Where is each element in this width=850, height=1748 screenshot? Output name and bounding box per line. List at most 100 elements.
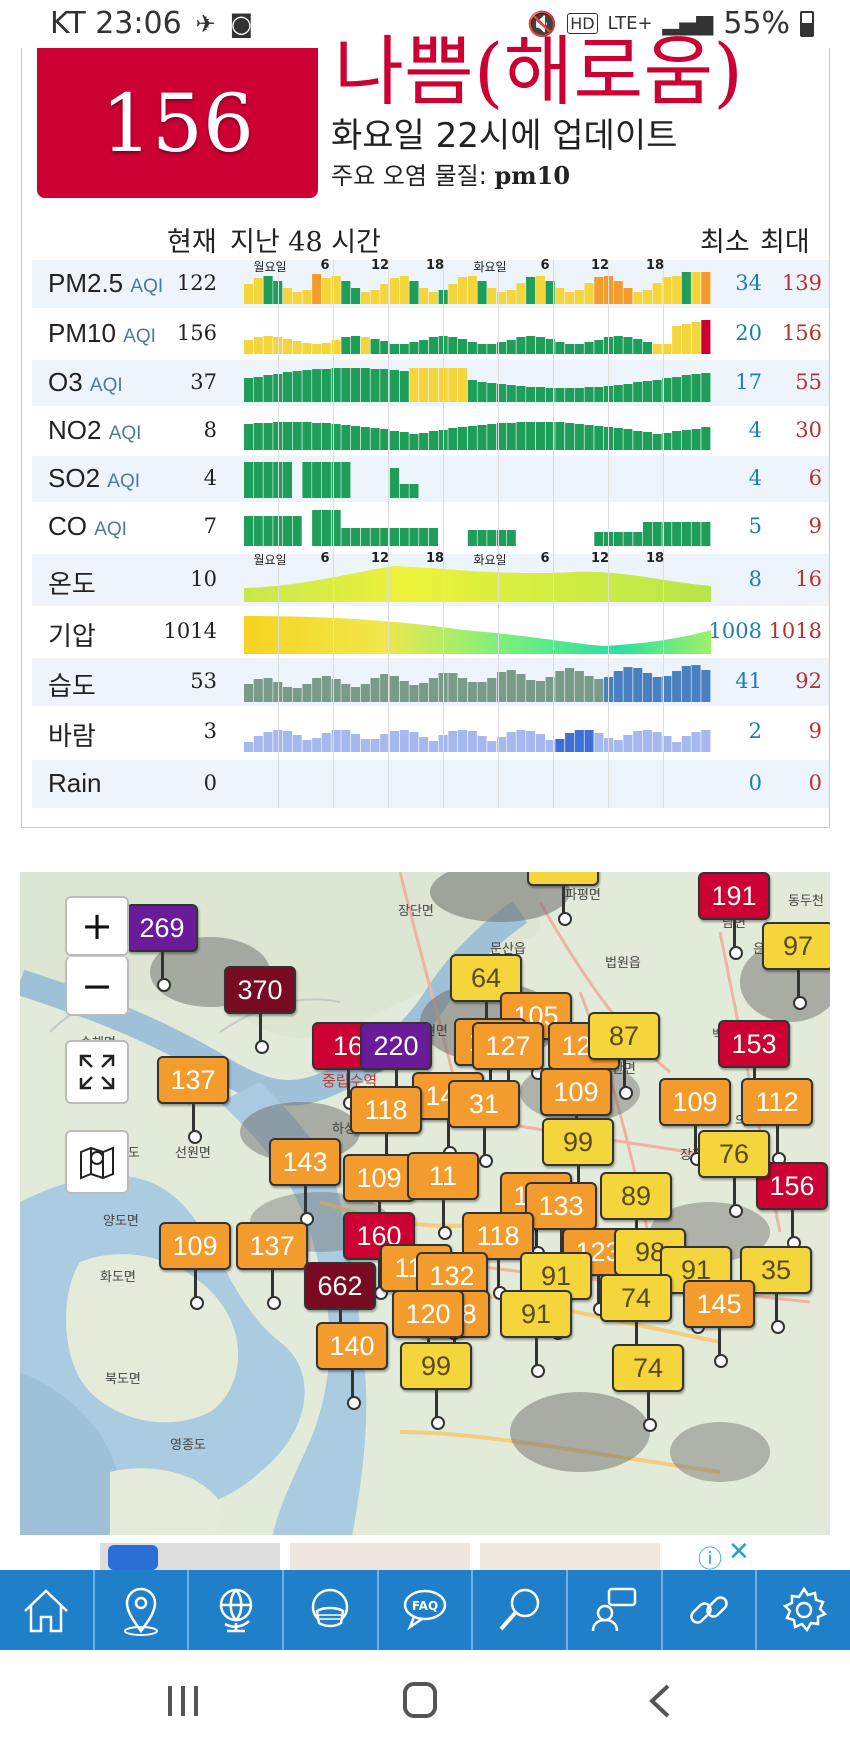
spark-bar bbox=[302, 343, 312, 354]
header-min: 최소 bbox=[700, 227, 750, 258]
aqi-map[interactable]: 장단면파평면남면동두천문산읍법원읍은현면파주시탄현면월롱면광탄면백한강하구중립수… bbox=[20, 872, 830, 1548]
nav-link[interactable] bbox=[663, 1570, 758, 1650]
aqi-marker[interactable]: 153 bbox=[718, 1020, 790, 1108]
aqi-marker[interactable]: 120 bbox=[392, 1290, 464, 1378]
aqi-marker[interactable]: 97 bbox=[762, 922, 830, 1010]
row-current: 1014 bbox=[163, 619, 217, 643]
sparkline-svg bbox=[244, 368, 711, 402]
spark-bar bbox=[642, 432, 652, 450]
aqi-marker[interactable]: 99 bbox=[400, 1342, 472, 1430]
spark-bar bbox=[652, 522, 662, 546]
aqi-marker[interactable]: 269 bbox=[126, 904, 198, 992]
row-max: 92 bbox=[795, 669, 822, 693]
aqi-marker[interactable]: 99 bbox=[542, 1118, 614, 1206]
aqi-marker[interactable]: 91 bbox=[500, 1290, 572, 1378]
back-icon[interactable] bbox=[649, 1684, 670, 1718]
aqi-marker[interactable]: 31 bbox=[448, 1080, 520, 1168]
aqi-marker[interactable]: 76 bbox=[698, 1130, 770, 1218]
aqi-marker[interactable]: 109 bbox=[540, 1068, 612, 1156]
nav-search[interactable] bbox=[473, 1570, 569, 1650]
fullscreen-button[interactable] bbox=[65, 1040, 129, 1104]
aqi-marker[interactable]: 140 bbox=[316, 1322, 388, 1410]
sparkline[interactable] bbox=[244, 314, 711, 354]
sparkline[interactable] bbox=[244, 412, 711, 450]
spark-bar bbox=[341, 462, 351, 498]
pollutant-row[interactable]: SO2 AQI 4 4 6 bbox=[32, 456, 829, 502]
aqi-marker[interactable]: 145 bbox=[683, 1280, 755, 1368]
aqi-marker[interactable]: 74 bbox=[612, 1344, 684, 1432]
nav-home[interactable] bbox=[0, 1570, 95, 1650]
aqi-marker[interactable]: 137 bbox=[157, 1056, 229, 1144]
ad-info-icon[interactable]: ⓘ bbox=[698, 1539, 722, 1574]
spark-bar bbox=[477, 382, 487, 402]
aqi-marker[interactable]: 191 bbox=[698, 872, 770, 960]
aqi-marker[interactable]: 133 bbox=[525, 1182, 597, 1270]
time-ticks-mid: 월요일 6 12 18 화요일 6 12 18 bbox=[22, 551, 822, 573]
aqi-marker[interactable]: 662 bbox=[304, 1262, 376, 1350]
sparkline[interactable] bbox=[244, 610, 711, 654]
map-place-label: 선원면 bbox=[175, 1146, 211, 1161]
home-icon bbox=[24, 1589, 69, 1633]
ad-image-2[interactable] bbox=[290, 1543, 470, 1570]
aqi-marker-value: 118 bbox=[364, 1094, 408, 1125]
aqi-marker[interactable]: 65 bbox=[527, 872, 599, 926]
sparkline[interactable] bbox=[244, 460, 711, 498]
aqi-marker[interactable]: 220 bbox=[360, 1022, 432, 1110]
nav-mask[interactable] bbox=[284, 1570, 379, 1650]
pollutant-row[interactable]: Rain 0 0 0 bbox=[32, 760, 829, 808]
sparkline[interactable] bbox=[244, 662, 711, 702]
sparkline[interactable] bbox=[244, 508, 711, 546]
pollutant-row[interactable]: NO2 AQI 8 4 30 bbox=[32, 408, 829, 454]
aqi-marker[interactable]: 109 bbox=[659, 1078, 731, 1166]
aqi-marker[interactable]: 109 bbox=[343, 1154, 415, 1242]
nav-location[interactable] bbox=[95, 1570, 190, 1650]
spark-bar bbox=[351, 528, 361, 546]
nav-settings[interactable] bbox=[757, 1570, 850, 1650]
pollutant-row[interactable]: 기압 1014 1008 1018 bbox=[32, 606, 829, 658]
spark-bar bbox=[409, 281, 419, 304]
nav-chat[interactable] bbox=[568, 1570, 663, 1650]
aqi-marker[interactable]: 87 bbox=[588, 1012, 660, 1100]
pollutant-row[interactable]: CO AQI 7 5 9 bbox=[32, 504, 829, 550]
aqi-marker-value: 109 bbox=[672, 1086, 718, 1117]
aqi-marker[interactable]: 118 bbox=[350, 1086, 422, 1174]
aqi-marker[interactable]: 112 bbox=[741, 1078, 813, 1166]
ad-banner[interactable]: ⓘ ✕ bbox=[0, 1535, 850, 1573]
sparkline[interactable] bbox=[244, 764, 711, 804]
zoom-in-button[interactable]: + bbox=[65, 896, 129, 956]
spark-bar bbox=[555, 739, 565, 752]
ad-image-3[interactable] bbox=[480, 1543, 660, 1570]
aqi-marker[interactable]: 89 bbox=[600, 1172, 672, 1260]
pollutant-row[interactable]: O3 AQI 37 17 55 bbox=[32, 360, 829, 406]
recent-apps-icon[interactable] bbox=[168, 1686, 198, 1716]
nav-globe[interactable] bbox=[189, 1570, 285, 1650]
layers-button[interactable] bbox=[65, 1130, 129, 1194]
pollutant-row[interactable]: PM10 AQI 156 20 156 bbox=[32, 310, 829, 358]
home-nav-icon[interactable] bbox=[403, 1682, 437, 1718]
spark-bar bbox=[535, 681, 545, 702]
ad-close-icon[interactable]: ✕ bbox=[728, 1537, 750, 1567]
pollutant-row[interactable]: 습도 53 41 92 bbox=[32, 658, 829, 706]
sparkline[interactable] bbox=[244, 712, 711, 752]
nav-faq[interactable]: FAQ bbox=[379, 1570, 474, 1650]
aqi-marker[interactable]: 370 bbox=[224, 966, 296, 1054]
spark-bar bbox=[302, 684, 312, 702]
spark-bar bbox=[506, 670, 516, 702]
aqi-marker[interactable]: 127 bbox=[472, 1022, 544, 1110]
zoom-out-button[interactable]: − bbox=[65, 956, 129, 1016]
spark-bar bbox=[526, 336, 536, 354]
aqi-marker[interactable]: 74 bbox=[600, 1274, 672, 1362]
sparkline[interactable] bbox=[244, 364, 711, 402]
aqi-marker-value: 662 bbox=[317, 1270, 363, 1301]
aqi-marker[interactable]: 143 bbox=[269, 1138, 341, 1226]
spark-bar bbox=[584, 730, 594, 752]
aqi-marker[interactable]: 11 bbox=[407, 1152, 479, 1240]
grid-line bbox=[498, 260, 499, 808]
row-max: 55 bbox=[795, 370, 822, 394]
aqi-marker[interactable]: 137 bbox=[236, 1222, 308, 1310]
pollutant-row[interactable]: 바람 3 2 9 bbox=[32, 708, 829, 756]
spark-bar bbox=[458, 730, 468, 752]
spark-bar bbox=[389, 528, 399, 546]
spark-bar bbox=[409, 528, 419, 546]
aqi-marker[interactable]: 109 bbox=[159, 1222, 231, 1310]
